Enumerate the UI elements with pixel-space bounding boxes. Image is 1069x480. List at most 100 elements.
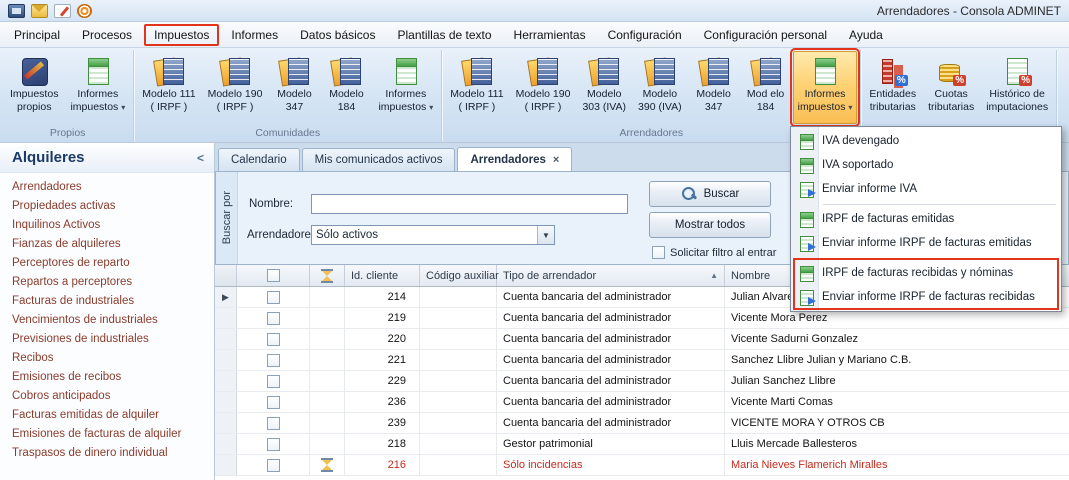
- cell-tipo-arrendador: Cuenta bancaria del administrador: [497, 371, 725, 391]
- close-tab-icon[interactable]: ×: [553, 154, 559, 166]
- tab[interactable]: Mis comunicados activos: [302, 148, 456, 171]
- sidebar-item[interactable]: Vencimientos de industriales: [0, 311, 214, 330]
- app-window-icon[interactable]: [8, 4, 25, 18]
- row-checkbox[interactable]: [267, 438, 280, 451]
- sidebar-item[interactable]: Inquilinos Activos: [0, 216, 214, 235]
- btn-modelo-347-comunidades[interactable]: Modelo 347: [269, 51, 319, 124]
- row-checkbox[interactable]: [267, 417, 280, 430]
- collapse-sidebar-icon[interactable]: <: [197, 151, 204, 165]
- btn-entidades-tributarias[interactable]: Entidades tributarias: [864, 51, 921, 125]
- menu-item-label: IVA soportado: [822, 159, 893, 171]
- table-row[interactable]: 229 Cuenta bancaria del administrador Ju…: [215, 371, 1069, 392]
- btn-cuotas-tributarias[interactable]: Cuotas tributarias: [923, 51, 979, 125]
- tab-label: Mis comunicados activos: [315, 154, 443, 166]
- menu-item-enviar-irpf-recibidas[interactable]: Enviar informe IRPF de facturas recibida…: [793, 285, 1059, 309]
- row-checkbox[interactable]: [267, 354, 280, 367]
- sidebar-item[interactable]: Previsiones de industriales: [0, 330, 214, 349]
- menu-plantillas-texto[interactable]: Plantillas de texto: [387, 24, 501, 46]
- btn-informes-impuestos-arrendadores[interactable]: Informes impuestos ▾: [793, 51, 858, 124]
- btn-modelo-190-comunidades[interactable]: Modelo 190 ( IRPF ): [203, 51, 268, 124]
- ribbon-button-label-line2: ( IRPF ): [217, 101, 254, 114]
- menu-item-irpf-facturas-emitidas[interactable]: IRPF de facturas emitidas: [793, 207, 1059, 231]
- sidebar-item[interactable]: Perceptores de reparto: [0, 254, 214, 273]
- btn-modelo-111-comunidades[interactable]: Modelo 111 ( IRPF ): [137, 51, 200, 124]
- btn-modelo-184-arrendadores[interactable]: Mod elo 184: [741, 51, 791, 124]
- menu-configuracion-personal[interactable]: Configuración personal: [694, 24, 837, 46]
- row-checkbox[interactable]: [267, 291, 280, 304]
- row-checkbox[interactable]: [267, 333, 280, 346]
- sidebar-item[interactable]: Arrendadores: [0, 178, 214, 197]
- sidebar-item[interactable]: Propiedades activas: [0, 197, 214, 216]
- sidebar-item[interactable]: Cobros anticipados: [0, 387, 214, 406]
- row-focus-indicator: [215, 308, 237, 328]
- sidebar-item[interactable]: Facturas emitidas de alquiler: [0, 406, 214, 425]
- menu-item-irpf-facturas-recibidas[interactable]: IRPF de facturas recibidas y nóminas: [793, 261, 1059, 285]
- sidebar-item[interactable]: Emisiones de recibos: [0, 368, 214, 387]
- sidebar-item[interactable]: Fianzas de alquileres: [0, 235, 214, 254]
- document-edit-icon[interactable]: [54, 4, 71, 18]
- menu-herramientas[interactable]: Herramientas: [504, 24, 596, 46]
- mail-icon[interactable]: [31, 4, 48, 18]
- menu-item-iva-soportado[interactable]: IVA soportado: [793, 153, 1059, 177]
- ribbon-button-label-line2: 184: [757, 101, 775, 114]
- menu-item-enviar-irpf-emitidas[interactable]: Enviar informe IRPF de facturas emitidas: [793, 231, 1059, 255]
- btn-historico-imputaciones[interactable]: Histórico de imputaciones: [981, 51, 1053, 125]
- btn-modelo-303-arrendadores[interactable]: Modelo 303 (IVA): [577, 51, 631, 124]
- tab[interactable]: Calendario: [218, 148, 300, 171]
- select-all-column-header[interactable]: [237, 265, 310, 286]
- btn-modelo-190-arrendadores[interactable]: Modelo 190 ( IRPF ): [511, 51, 576, 124]
- btn-informes-impuestos-comunidades[interactable]: Informes impuestos ▾: [373, 51, 438, 124]
- btn-impuestos-propios[interactable]: Impuestos propios: [5, 51, 63, 124]
- row-checkbox[interactable]: [267, 312, 280, 325]
- solicitar-filtro-checkbox[interactable]: [652, 246, 665, 259]
- menu-item-iva-devengado[interactable]: IVA devengado: [793, 129, 1059, 153]
- btn-modelo-111-arrendadores[interactable]: Modelo 111 ( IRPF ): [445, 51, 508, 124]
- arrendadores-select-value: Sólo activos: [312, 226, 537, 244]
- btn-informes-impuestos-propios[interactable]: Informes impuestos ▾: [65, 51, 130, 124]
- buscar-button[interactable]: Buscar: [649, 181, 771, 207]
- sidebar-item[interactable]: Emisiones de facturas de alquiler: [0, 425, 214, 444]
- sidebar-item[interactable]: Traspasos de dinero individual: [0, 444, 214, 463]
- select-all-checkbox[interactable]: [267, 269, 280, 282]
- tab[interactable]: Arrendadores ×: [457, 147, 572, 171]
- table-row[interactable]: 236 Cuenta bancaria del administrador Vi…: [215, 392, 1069, 413]
- sidebar-item[interactable]: Repartos a perceptores: [0, 273, 214, 292]
- table-row[interactable]: 218 Gestor patrimonial Lluis Mercade Bal…: [215, 434, 1069, 455]
- row-checkbox[interactable]: [267, 375, 280, 388]
- btn-modelo-347-arrendadores[interactable]: Modelo 347: [689, 51, 739, 124]
- nombre-label: Nombre:: [249, 198, 293, 210]
- menu-informes[interactable]: Informes: [221, 24, 288, 46]
- cell-nombre: Sanchez Llibre Julian y Mariano C.B.: [725, 350, 1069, 370]
- table-row[interactable]: 239 Cuenta bancaria del administrador VI…: [215, 413, 1069, 434]
- nombre-input[interactable]: [311, 194, 628, 214]
- menu-principal[interactable]: Principal: [4, 24, 70, 46]
- ribbon-button-label-line1: Histórico de: [989, 88, 1044, 101]
- sidebar-item[interactable]: Facturas de industriales: [0, 292, 214, 311]
- column-header-codigo-auxiliar[interactable]: Código auxiliar: [420, 265, 497, 286]
- table-row[interactable]: 220 Cuenta bancaria del administrador Vi…: [215, 329, 1069, 350]
- table-row[interactable]: 216 Sólo incidencias Maria Nieves Flamer…: [215, 455, 1069, 476]
- chevron-down-icon[interactable]: ▼: [537, 226, 554, 244]
- column-header-id-cliente[interactable]: Id. cliente: [345, 265, 420, 286]
- table-row[interactable]: 221 Cuenta bancaria del administrador Sa…: [215, 350, 1069, 371]
- row-checkbox[interactable]: [267, 459, 280, 472]
- menu-ayuda[interactable]: Ayuda: [839, 24, 893, 46]
- menu-datos-basicos[interactable]: Datos básicos: [290, 24, 385, 46]
- history-report-icon: [1002, 56, 1032, 86]
- mostrar-todos-button[interactable]: Mostrar todos: [649, 212, 771, 238]
- menu-item-enviar-informe-iva[interactable]: Enviar informe IVA: [793, 177, 1059, 201]
- menu-procesos[interactable]: Procesos: [72, 24, 142, 46]
- incidencias-column-header[interactable]: [310, 265, 345, 286]
- menu-impuestos[interactable]: Impuestos: [144, 24, 219, 46]
- arrendadores-select[interactable]: Sólo activos ▼: [311, 225, 555, 245]
- broadcast-icon[interactable]: [77, 4, 92, 18]
- menu-configuracion[interactable]: Configuración: [598, 24, 692, 46]
- menu-item-label: Enviar informe IRPF de facturas emitidas: [822, 237, 1032, 249]
- btn-modelo-390-arrendadores[interactable]: Modelo 390 (IVA): [633, 51, 687, 124]
- btn-modelo-184-comunidades[interactable]: Modelo 184: [321, 51, 371, 124]
- sidebar-item[interactable]: Recibos: [0, 349, 214, 368]
- coins-percent-icon: [936, 56, 966, 86]
- column-header-tipo-arrendador[interactable]: Tipo de arrendador ▲: [497, 265, 725, 286]
- cell-tipo-arrendador: Cuenta bancaria del administrador: [497, 287, 725, 307]
- row-checkbox[interactable]: [267, 396, 280, 409]
